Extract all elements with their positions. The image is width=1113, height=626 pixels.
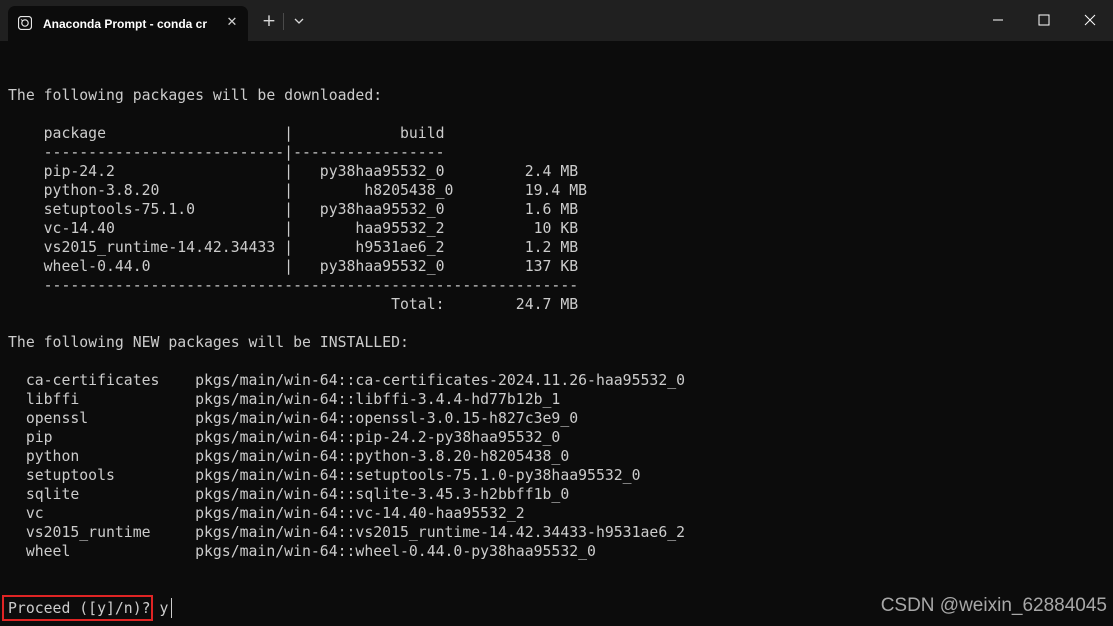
terminal-line: openssl pkgs/main/win-64::openssl-3.0.15… — [8, 410, 579, 427]
chevron-down-icon[interactable] — [290, 12, 308, 30]
terminal-line: python-3.8.20 | h8205438_0 19.4 MB — [8, 182, 588, 199]
prompt-highlight-box — [2, 595, 153, 621]
minimize-button[interactable] — [975, 0, 1021, 40]
close-icon — [1084, 14, 1096, 26]
maximize-button[interactable] — [1021, 0, 1067, 40]
anaconda-prompt-icon — [18, 16, 32, 30]
terminal-window: Anaconda Prompt - conda cr ✕ + The follo… — [0, 0, 1113, 626]
terminal-line: pip-24.2 | py38haa95532_0 2.4 MB — [8, 163, 579, 180]
close-window-button[interactable] — [1067, 0, 1113, 40]
terminal-line: vs2015_runtime pkgs/main/win-64::vs2015_… — [8, 524, 686, 541]
terminal-line: wheel-0.44.0 | py38haa95532_0 137 KB — [8, 258, 579, 275]
terminal-line: setuptools-75.1.0 | py38haa95532_0 1.6 M… — [8, 201, 579, 218]
terminal-line: The following packages will be downloade… — [8, 87, 383, 104]
tab-separator — [283, 13, 284, 30]
terminal-line: Total: 24.7 MB — [8, 296, 579, 313]
terminal-line: pip pkgs/main/win-64::pip-24.2-py38haa95… — [8, 429, 561, 446]
terminal-line: python pkgs/main/win-64::python-3.8.20-h… — [8, 448, 570, 465]
tab-title: Anaconda Prompt - conda cr — [43, 17, 208, 31]
tab-anaconda-prompt[interactable]: Anaconda Prompt - conda cr ✕ — [8, 6, 248, 41]
terminal-line: vs2015_runtime-14.42.34433 | h9531ae6_2 … — [8, 239, 579, 256]
terminal-line: ----------------------------------------… — [8, 277, 579, 294]
terminal-line: libffi pkgs/main/win-64::libffi-3.4.4-hd… — [8, 391, 561, 408]
terminal-line: vc-14.40 | haa95532_2 10 KB — [8, 220, 579, 237]
terminal-line: package | build — [8, 125, 445, 142]
terminal-line: setuptools pkgs/main/win-64::setuptools-… — [8, 467, 641, 484]
text-cursor — [171, 598, 172, 618]
new-tab-button[interactable]: + — [260, 12, 278, 30]
title-bar: Anaconda Prompt - conda cr ✕ + — [0, 0, 1113, 41]
close-tab-icon[interactable]: ✕ — [224, 15, 240, 31]
minimize-icon — [993, 19, 1003, 21]
terminal-line: wheel pkgs/main/win-64::wheel-0.44.0-py3… — [8, 543, 596, 560]
terminal-line: ---------------------------|------------… — [8, 144, 445, 161]
terminal-line: ca-certificates pkgs/main/win-64::ca-cer… — [8, 372, 686, 389]
terminal-line: The following NEW packages will be INSTA… — [8, 334, 409, 351]
terminal-output[interactable]: The following packages will be downloade… — [0, 41, 1113, 626]
terminal-line: sqlite pkgs/main/win-64::sqlite-3.45.3-h… — [8, 486, 570, 503]
csdn-watermark: CSDN @weixin_62884045 — [880, 595, 1107, 616]
terminal-line: vc pkgs/main/win-64::vc-14.40-haa95532_2 — [8, 505, 525, 522]
maximize-icon — [1038, 14, 1050, 26]
